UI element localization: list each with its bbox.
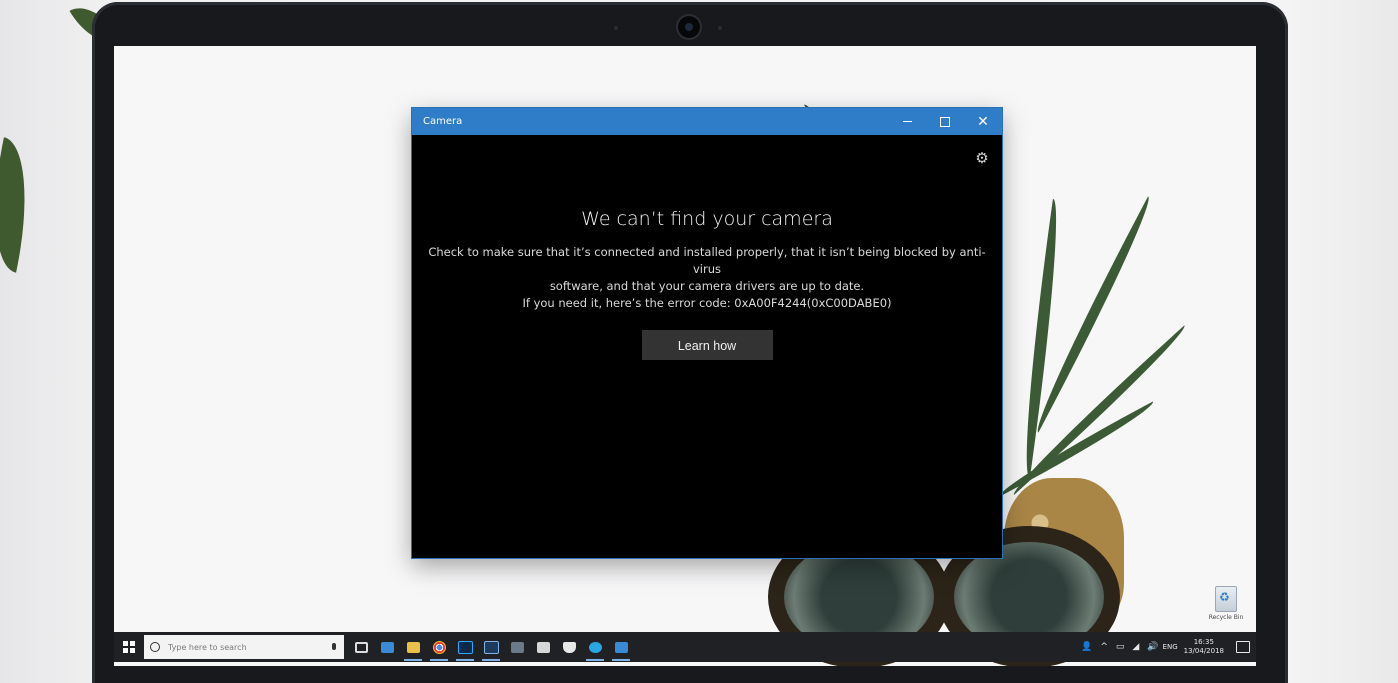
title-bar[interactable]: Camera ✕ [412, 108, 1002, 135]
word-doc-button[interactable] [608, 632, 634, 662]
settings-button[interactable]: ⚙ [974, 150, 990, 166]
recycle-bin-shortcut[interactable]: Recycle Bin [1204, 586, 1248, 621]
skype-button[interactable] [582, 632, 608, 662]
language-indicator[interactable]: ENG [1163, 643, 1178, 651]
minimize-icon [902, 121, 912, 122]
window-title: Camera [423, 116, 463, 127]
calendar-button[interactable] [530, 632, 556, 662]
taskbar-search-box[interactable]: Type here to search [144, 635, 344, 659]
file-explorer-button[interactable] [400, 632, 426, 662]
shield-icon [562, 641, 576, 653]
action-center-icon[interactable] [1236, 641, 1250, 653]
error-code-line: If you need it, here’s the error code: 0… [522, 296, 892, 310]
close-icon: ✕ [977, 113, 989, 130]
camera-sensor [614, 26, 618, 30]
word-icon [483, 640, 499, 654]
chrome-button[interactable] [426, 632, 452, 662]
minimize-button[interactable] [888, 108, 926, 135]
word-doc-icon [614, 641, 628, 653]
error-message: Check to make sure that it’s connected a… [422, 244, 992, 312]
window-controls: ✕ [888, 108, 1002, 135]
maximize-icon [940, 116, 950, 127]
camera-sensor [718, 26, 722, 30]
store-icon [380, 641, 394, 653]
maximize-button[interactable] [926, 108, 964, 135]
word-button[interactable] [478, 632, 504, 662]
windows-logo-icon [123, 641, 135, 653]
taskbar: Type here to search 👤 ^ ▭ ◢ 🔊 ENG 16:35 … [114, 632, 1256, 662]
camera-app-window: Camera ✕ ⚙ We can’t find your camera Che… [412, 108, 1002, 558]
file-explorer-icon [406, 641, 420, 653]
store-button[interactable] [374, 632, 400, 662]
desktop-screen: Camera ✕ ⚙ We can’t find your camera Che… [114, 46, 1256, 666]
outlook-icon [510, 641, 524, 653]
error-message-line: Check to make sure that it’s connected a… [428, 245, 986, 276]
skype-icon [588, 641, 602, 653]
cortana-icon [150, 642, 160, 652]
error-message-line: software, and that your camera drivers a… [549, 279, 865, 293]
plant-leaf-decoration [0, 137, 44, 273]
outlook-button[interactable] [504, 632, 530, 662]
photoshop-icon [457, 640, 473, 654]
battery-icon[interactable]: ▭ [1116, 642, 1125, 652]
network-icon[interactable]: ◢ [1132, 642, 1139, 652]
error-heading: We can’t find your camera [581, 208, 833, 230]
recycle-bin-icon [1215, 586, 1237, 612]
task-view-button[interactable] [348, 632, 374, 662]
photoshop-button[interactable] [452, 632, 478, 662]
error-content: We can’t find your camera Check to make … [412, 208, 1002, 360]
chrome-icon [432, 640, 446, 654]
clock-date: 13/04/2018 [1183, 647, 1224, 655]
close-button[interactable]: ✕ [964, 108, 1002, 135]
search-placeholder: Type here to search [168, 642, 247, 652]
microphone-icon [332, 643, 336, 650]
calendar-icon [536, 641, 550, 653]
gear-icon: ⚙ [975, 149, 989, 167]
task-view-icon [354, 641, 368, 653]
volume-icon[interactable]: 🔊 [1147, 642, 1158, 652]
recycle-bin-label: Recycle Bin [1208, 614, 1244, 621]
start-button[interactable] [114, 632, 144, 662]
webcam-icon [678, 16, 700, 38]
chevron-up-icon[interactable]: ^ [1100, 642, 1108, 652]
learn-how-button[interactable]: Learn how [641, 330, 773, 360]
system-tray: 👤 ^ ▭ ◢ 🔊 ENG 16:35 13/04/2018 [1077, 632, 1256, 662]
shield-button[interactable] [556, 632, 582, 662]
clock-time: 16:35 [1193, 638, 1214, 646]
people-icon[interactable]: 👤 [1081, 642, 1092, 652]
clock[interactable]: 16:35 13/04/2018 [1184, 638, 1224, 656]
